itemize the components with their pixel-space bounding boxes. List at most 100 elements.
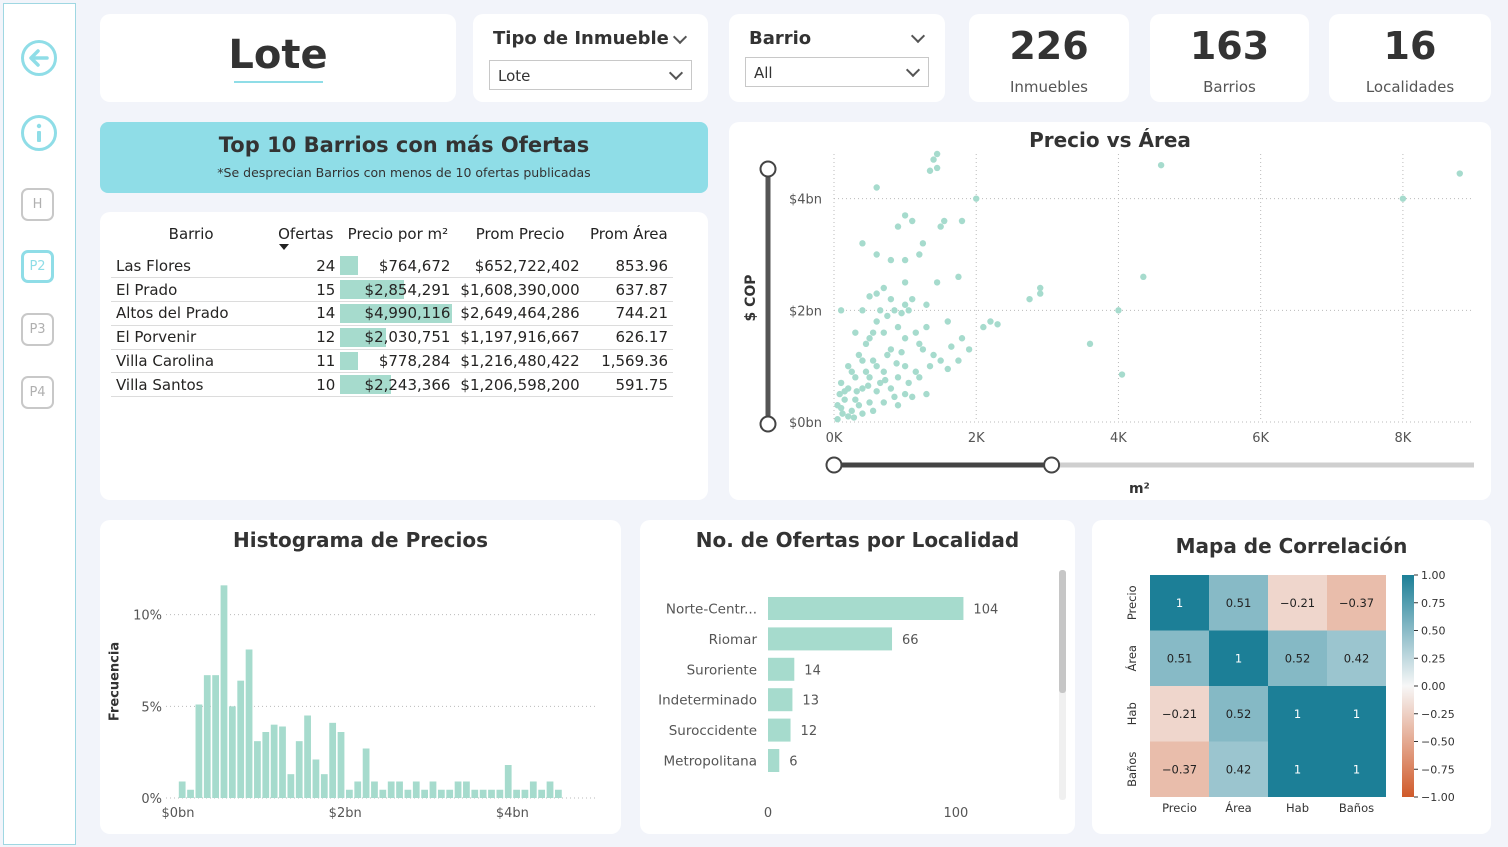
scatter-point (901, 279, 909, 286)
scatter-point (873, 362, 880, 370)
title-card: Lote (100, 14, 456, 102)
column-header-prom-area[interactable]: Prom Área (585, 214, 673, 254)
scatter-point (944, 318, 951, 325)
y-tick-label: 5% (141, 700, 162, 715)
cell-prom-area: 744.21 (584, 301, 673, 326)
heatmap-cell-label: −0.21 (1280, 596, 1315, 610)
slicer-title: Barrio (749, 28, 812, 49)
scatter-point (887, 295, 895, 303)
x-range-slider-handle-left[interactable] (825, 456, 843, 474)
scatter-point (859, 410, 866, 417)
scatter-card: Precio vs Área $0bn $2bn $4bn 0K 2K 4K 6K 8K m²… (729, 122, 1491, 500)
page-title: Lote (228, 32, 328, 78)
heatmap-cell-label: 0.42 (1226, 762, 1252, 776)
scatter-point (891, 307, 898, 314)
info-icon[interactable] (21, 115, 57, 151)
barrio-dropdown[interactable]: All (745, 57, 929, 87)
table-header-row: Barrio Ofertas Precio por m² Prom Precio… (111, 214, 673, 254)
y-tick-label: $0bn (789, 416, 822, 431)
localidad-bar (768, 597, 964, 620)
scatter-point (930, 351, 937, 359)
chevron-down-icon[interactable] (672, 29, 688, 45)
colorbar-tick-label: −1.00 (1421, 791, 1455, 804)
cell-precio-m2: $778,284 (340, 349, 456, 374)
table-row[interactable]: Villa Carolina 11 $778,284 $1,216,480,422 1,… (111, 349, 673, 374)
y-range-slider-handle-bottom[interactable] (759, 415, 777, 433)
scatter-point (853, 388, 860, 395)
scatter-point (898, 349, 905, 356)
x-tick-label: 100 (944, 806, 969, 821)
x-tick-label: 4K (1110, 431, 1127, 446)
y-range-slider-handle-top[interactable] (759, 160, 777, 178)
sidebar: H P2 P3 P4 (3, 3, 76, 845)
histogram-bar (346, 789, 353, 798)
scatter-point (923, 301, 930, 308)
scatter-point (912, 368, 919, 375)
page-button-p3[interactable]: P3 (21, 313, 54, 346)
table-body: Las Flores 24 $764,672 $652,722,402 853.96 El… (111, 254, 673, 398)
scatter-point (1037, 284, 1044, 292)
table-row[interactable]: Altos del Prado 14 $4,990,116 $2,649,464,28… (111, 301, 673, 326)
histogram-bar (362, 748, 370, 798)
histogram-bar (270, 724, 278, 798)
cell-text: $4,990,116 (364, 304, 451, 323)
scatter-point (901, 301, 909, 308)
scatter-point (980, 323, 987, 331)
table-row[interactable]: Villa Santos 10 $2,243,366 $1,206,598,200 59… (111, 372, 673, 398)
back-arrow-icon[interactable] (21, 40, 57, 76)
data-label: 12 (801, 724, 818, 739)
x-range-slider-handle-right[interactable] (1043, 456, 1061, 474)
scatter-point (839, 410, 846, 417)
x-tick-label: Área (1225, 800, 1251, 815)
scatter-point (887, 256, 895, 264)
scatter-point (905, 307, 912, 314)
y-tick-label: Área (1124, 645, 1139, 671)
table-row[interactable]: Las Flores 24 $764,672 $652,722,402 853.96 (111, 254, 673, 279)
histogram-bar (279, 726, 286, 798)
scrollbar-track[interactable] (1059, 570, 1066, 800)
histogram-bar (203, 675, 211, 798)
scatter-point (916, 374, 923, 381)
table-row[interactable]: El Porvenir 12 $2,030,751 $1,197,916,667 626… (111, 325, 673, 350)
scatter-point (859, 307, 866, 314)
dropdown-value: All (754, 64, 773, 82)
chevron-down-icon (668, 65, 684, 81)
table-row[interactable]: El Prado 15 $2,854,291 $1,608,390,000 637.87 (111, 277, 673, 303)
info-glyph (36, 123, 42, 142)
cell-barrio: Altos del Prado (111, 301, 272, 326)
cell-precio-m2: $4,990,116 (340, 301, 456, 326)
scatter-point (877, 307, 884, 314)
page-button-p4[interactable]: P4 (21, 376, 54, 409)
chevron-down-icon[interactable] (910, 28, 926, 44)
cell-barrio: El Prado (111, 277, 272, 303)
kpi-card-inmuebles: 226 Inmuebles (969, 14, 1129, 102)
category-label: Indeterminado (658, 693, 757, 709)
column-header-barrio[interactable]: Barrio (111, 214, 271, 254)
column-header-prom-precio[interactable]: Prom Precio (455, 214, 584, 254)
x-tick-label: Hab (1286, 801, 1309, 815)
column-header-precio-m2[interactable]: Precio por m² (340, 214, 455, 254)
scatter-point (866, 399, 873, 406)
x-tick-label: $0bn (161, 806, 194, 821)
histogram-bar (479, 789, 487, 798)
colorbar (1402, 575, 1414, 797)
scatter-point (891, 393, 898, 401)
cell-prom-precio: $652,722,402 (455, 254, 585, 279)
top10-title: Top 10 Barrios con más Ofertas (218, 133, 590, 157)
top10-table: Barrio Ofertas Precio por m² Prom Precio… (111, 214, 673, 398)
scatter-point (909, 393, 916, 401)
scatter-point (901, 256, 909, 264)
barrio-slicer: Barrio All (729, 14, 945, 102)
tipo-inmueble-dropdown[interactable]: Lote (489, 60, 692, 90)
heatmap-card: Mapa de Correlación 1 0.51 −0.21 −0.37 0.51 1… (1092, 520, 1491, 834)
scatter-point (958, 217, 966, 225)
page-button-h[interactable]: H (21, 188, 54, 221)
cell-text: $2,243,366 (364, 375, 451, 394)
histogram-bar (187, 789, 194, 798)
column-header-ofertas[interactable]: Ofertas (271, 214, 340, 254)
scatter-point (909, 295, 916, 303)
page-button-p2[interactable]: P2 (21, 250, 54, 283)
scatter-point (901, 335, 909, 342)
scrollbar-thumb[interactable] (1059, 570, 1066, 693)
scatter-point (937, 223, 944, 230)
